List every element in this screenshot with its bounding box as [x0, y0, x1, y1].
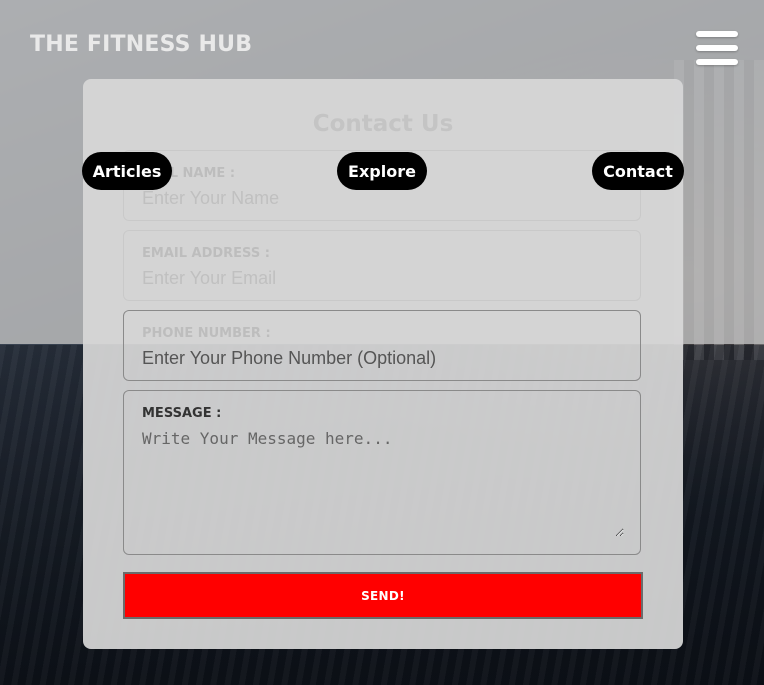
- nav-explore-link[interactable]: Explore: [337, 152, 427, 190]
- email-label: EMAIL ADDRESS :: [142, 246, 270, 261]
- nav-articles-link[interactable]: Articles: [82, 152, 172, 190]
- message-field: MESSAGE :: [123, 390, 641, 555]
- message-label: MESSAGE :: [142, 406, 222, 421]
- hamburger-bar: [696, 59, 738, 65]
- send-button[interactable]: SEND!: [123, 572, 643, 619]
- contact-form-title: Contact Us: [312, 111, 454, 137]
- hamburger-bar: [696, 45, 738, 51]
- message-textarea[interactable]: [142, 429, 624, 537]
- email-field: EMAIL ADDRESS :: [123, 230, 641, 301]
- phone-input[interactable]: [142, 346, 622, 370]
- hamburger-menu-icon[interactable]: [696, 31, 738, 65]
- phone-label: PHONE NUMBER :: [142, 326, 271, 341]
- site-brand-logo[interactable]: THE FITNESS HUB: [30, 32, 252, 57]
- nav-contact-link[interactable]: Contact: [592, 152, 684, 190]
- email-input[interactable]: [142, 266, 622, 290]
- hamburger-bar: [696, 31, 738, 37]
- phone-field: PHONE NUMBER :: [123, 310, 641, 381]
